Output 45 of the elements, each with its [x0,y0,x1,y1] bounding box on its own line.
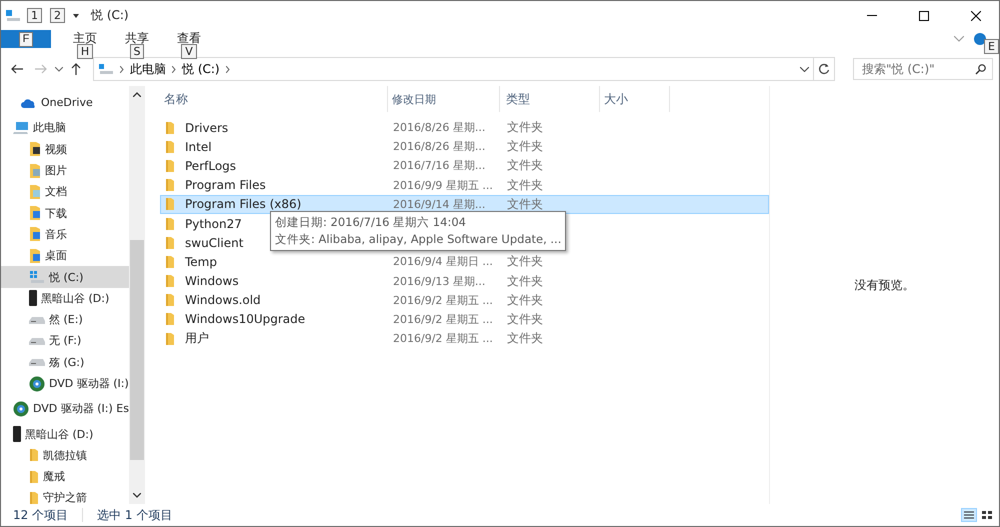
file-name: Windows [185,274,239,288]
selection-count: 选中 1 个项目 [97,506,172,524]
tooltip-line: 创建日期: 2016/7/16 星期六 14:04 [275,214,467,231]
file-name: Drivers [185,120,228,135]
key-tip: H [76,44,94,59]
file-name: Windows10Upgrade [185,312,306,326]
file-name: swuClient [185,236,244,250]
date-cell: 2016/8/26 星期... [393,121,486,134]
date-cell: 2016/9/9 星期五 ... [393,178,493,192]
file-name: 用户 [185,330,209,348]
key-tip: S [130,44,144,59]
preview-message: 没有预览。 [854,276,914,294]
date-cell: 2016/9/13 星期... [393,274,486,288]
item-count: 12 个项目 [13,506,68,524]
file-name: Program Files [185,178,266,192]
type-cell: 文件夹 [507,196,543,211]
key-tip: E [984,39,999,54]
type-cell: 文件夹 [507,254,543,268]
key-tip: V [181,44,197,59]
key-tip: 2 [50,8,65,23]
file-name: Python27 [185,216,242,231]
file-name: Temp [185,254,217,269]
type-cell: 文件夹 [507,274,543,288]
type-cell: 文件夹 [507,312,543,326]
type-cell: 文件夹 [507,139,543,154]
key-tip: 1 [27,8,42,23]
file-name: Program Files (x86) [185,197,302,212]
date-cell: 2016/9/2 星期五 ... [393,332,493,346]
date-cell: 2016/9/2 星期五 ... [393,294,493,307]
date-cell: 2016/9/4 星期日 ... [393,255,493,268]
key-tip: F [18,32,34,46]
type-cell: 文件夹 [507,292,543,307]
file-name: Windows.old [185,293,261,308]
type-cell: 文件夹 [507,158,543,172]
type-cell: 文件夹 [507,178,543,192]
type-cell: 文件夹 [507,120,543,134]
date-cell: 2016/9/14 星期... [393,198,486,211]
date-cell: 2016/8/26 星期... [393,140,486,154]
file-name: Intel [185,140,212,154]
window-title: 悦 (C:) [91,7,129,24]
file-name: PerfLogs [185,158,236,173]
type-cell: 文件夹 [507,331,543,346]
date-cell: 2016/7/16 星期... [393,159,486,172]
date-cell: 2016/9/2 星期五 ... [393,312,493,326]
tooltip-line: 文件夹: Alibaba, alipay, Apple Software Update, ... [275,231,562,248]
